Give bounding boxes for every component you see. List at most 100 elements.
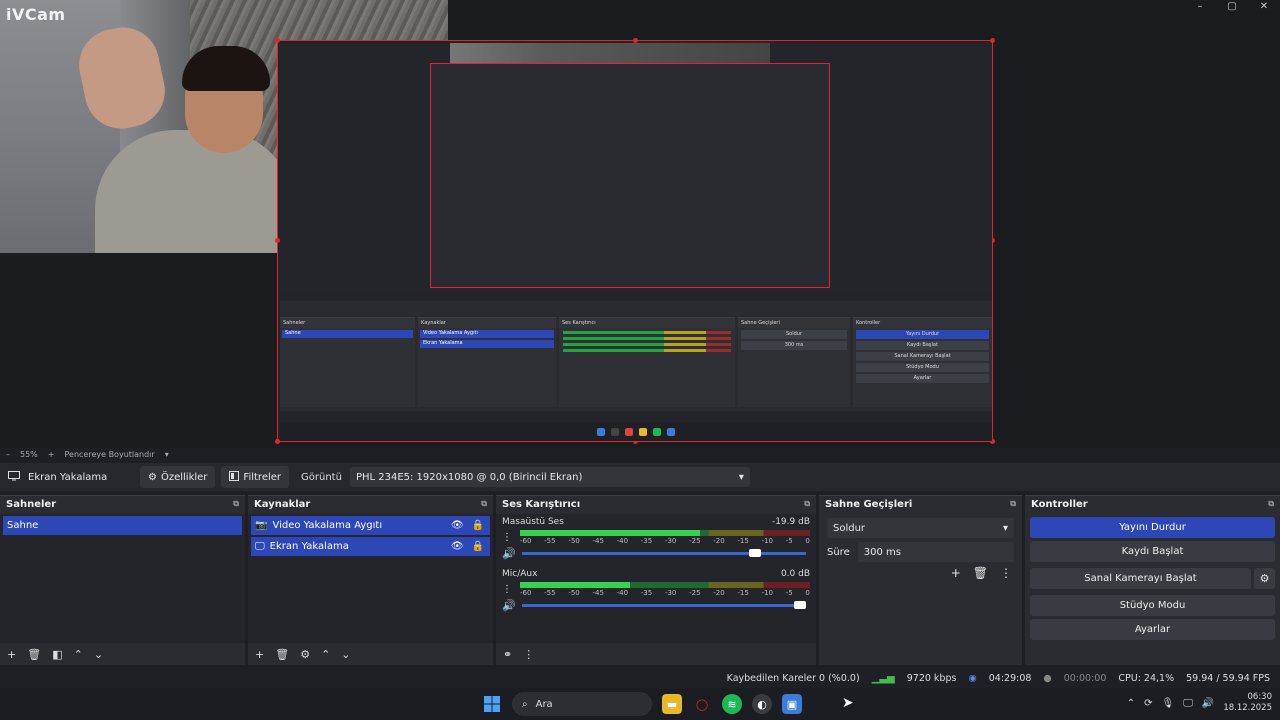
obs-icon[interactable]: ◐ — [752, 694, 772, 714]
tick-label: -60 — [520, 589, 532, 597]
gear-icon[interactable]: ⚙ — [1254, 568, 1275, 589]
fps: 59.94 / 59.94 FPS — [1186, 672, 1270, 684]
gear-icon[interactable]: ⚙ — [300, 648, 310, 661]
undock-icon[interactable]: ⧉ — [1268, 499, 1274, 509]
file-explorer-icon[interactable]: ▬ — [662, 694, 682, 714]
zoom-level: 55% — [20, 450, 38, 459]
tick-label: -20 — [713, 589, 725, 597]
more-icon[interactable]: ⋮ — [502, 584, 512, 595]
trash-icon[interactable]: 🗑 — [27, 648, 41, 661]
windows-taskbar: ⌕ Ara ▬ ◯ ≋ ◐ ▣ ⌃ ⟳ 🎙 🖵 🔊 06:30 18.12.20… — [0, 688, 1280, 720]
record-icon: ● — [1043, 672, 1052, 684]
mixer-channel: Masaüstü Ses -19.9 dB ⋮ -60 -55 -50 -45 -40 -35-… — [496, 514, 816, 566]
undock-icon[interactable]: ⧉ — [1010, 499, 1016, 509]
scenes-list: Sahne — [0, 514, 245, 643]
filters-button[interactable]: Filtreler — [221, 466, 290, 488]
add-icon[interactable]: + — [951, 566, 961, 580]
opera-icon[interactable]: ◯ — [692, 694, 712, 714]
volume-slider[interactable] — [521, 601, 806, 609]
monitor-icon: 🖵 — [255, 541, 265, 552]
volume-slider[interactable] — [521, 549, 806, 557]
eye-icon[interactable]: 👁 — [451, 541, 464, 552]
scene-item[interactable]: Sahne — [3, 516, 242, 535]
duration-input[interactable]: 300 ms — [857, 542, 1014, 562]
record-time: 00:00:00 — [1063, 672, 1107, 684]
sources-dock: Kaynaklar ⧉ 📷 Video Yakalama Aygıtı 👁 🔒 🖵 Ek… — [248, 495, 493, 665]
display-icon[interactable]: 🖵 — [1183, 698, 1193, 709]
link-icon[interactable]: ⚭ — [503, 648, 512, 661]
speaker-icon[interactable]: 🔊 — [502, 599, 516, 612]
zoom-dropdown-icon[interactable]: ▾ — [165, 450, 169, 459]
tick-label: 0 — [805, 589, 810, 597]
move-down-icon[interactable]: ⌄ — [94, 648, 103, 661]
lock-icon[interactable]: 🔒 — [472, 541, 484, 552]
mouse-cursor-icon: ➤ — [842, 695, 854, 711]
move-up-icon[interactable]: ⌃ — [74, 648, 83, 661]
sync-icon[interactable]: ⟳ — [1144, 698, 1152, 709]
ivcam-icon[interactable]: ▣ — [782, 694, 802, 714]
lock-icon[interactable]: 🔒 — [472, 520, 484, 531]
more-icon[interactable]: ⋮ — [502, 532, 512, 543]
properties-button[interactable]: ⚙ Özellikler — [140, 466, 216, 488]
stop-streaming-button[interactable]: Yayını Durdur — [1030, 517, 1275, 538]
meter-level — [520, 582, 631, 588]
clock[interactable]: 06:30 18.12.2025 — [1223, 692, 1272, 714]
volume-meter — [520, 530, 810, 536]
move-down-icon[interactable]: ⌄ — [341, 648, 350, 661]
selected-source-name: Ekran Yakalama — [28, 471, 108, 483]
microphone-icon[interactable]: 🎙 — [1162, 698, 1175, 709]
source-item[interactable]: 📷 Video Yakalama Aygıtı 👁 🔒 — [251, 516, 490, 535]
add-icon[interactable]: + — [7, 648, 16, 661]
tick-label: -30 — [664, 537, 677, 545]
filter-icon[interactable]: ◧ — [52, 648, 62, 661]
zoom-out-button[interactable]: – — [6, 450, 10, 459]
chevron-down-icon: ▾ — [1002, 522, 1008, 534]
spotify-icon[interactable]: ≋ — [722, 694, 742, 714]
undock-icon[interactable]: ⧉ — [481, 499, 487, 509]
add-icon[interactable]: + — [255, 648, 264, 661]
chevron-up-icon[interactable]: ⌃ — [1127, 698, 1135, 709]
taskbar-search[interactable]: ⌕ Ara — [512, 692, 652, 716]
transition-select[interactable]: Soldur ▾ — [827, 518, 1014, 538]
close-icon[interactable]: ✕ — [1248, 0, 1280, 14]
channel-db: -19.9 dB — [771, 517, 810, 527]
tick-label: -55 — [544, 589, 556, 597]
slider-knob[interactable] — [794, 601, 806, 609]
settings-button[interactable]: Ayarlar — [1030, 619, 1275, 640]
start-recording-button[interactable]: Kaydı Başlat — [1030, 541, 1275, 562]
speaker-icon[interactable]: 🔊 — [502, 547, 516, 560]
scenes-title: Sahneler — [6, 498, 57, 510]
tick-label: -30 — [664, 589, 677, 597]
source-item[interactable]: 🖵 Ekran Yakalama 👁 🔒 — [251, 537, 490, 556]
trash-icon[interactable]: 🗑 — [973, 566, 988, 580]
start-icon[interactable] — [482, 694, 502, 714]
tick-label: -5 — [785, 589, 793, 597]
zoom-bar: – 55% + Pencereye Boyutlandır ▾ — [0, 448, 1280, 461]
maximize-icon[interactable]: ▢ — [1216, 0, 1248, 14]
start-virtual-camera-button[interactable]: Sanal Kamerayı Başlat — [1030, 568, 1251, 589]
more-icon[interactable]: ⋮ — [1000, 566, 1012, 580]
zoom-in-button[interactable]: + — [48, 450, 55, 459]
more-icon[interactable]: ⋮ — [523, 648, 534, 661]
move-up-icon[interactable]: ⌃ — [321, 648, 330, 661]
tick-label: 0 — [805, 537, 810, 545]
display-select-value: PHL 234E5: 1920x1080 @ 0,0 (Birincil Ekr… — [355, 471, 583, 483]
eye-icon[interactable]: 👁 — [451, 520, 464, 531]
tick-label: -60 — [520, 537, 532, 545]
studio-mode-button[interactable]: Stüdyo Modu — [1030, 595, 1275, 616]
trash-icon[interactable]: 🗑 — [275, 648, 289, 661]
filter-icon — [229, 470, 240, 484]
meter-ticks: -60 -55 -50 -45 -40 -35 -30 -25 -20 -15 -10 -5 0 — [520, 589, 810, 597]
volume-meter — [520, 582, 810, 588]
slider-knob[interactable] — [748, 549, 761, 557]
volume-icon[interactable]: 🔊 — [1202, 698, 1214, 709]
screen-capture-source[interactable]: Sahneler Sahne Kaynaklar Video Yakalama Ay… — [275, 38, 995, 444]
undock-icon[interactable]: ⧉ — [233, 499, 239, 509]
search-placeholder: Ara — [535, 698, 553, 710]
minimize-icon[interactable]: – — [1184, 0, 1216, 14]
display-select[interactable]: PHL 234E5: 1920x1080 @ 0,0 (Birincil Ekr… — [349, 467, 750, 487]
preview-canvas[interactable]: iVCam Sahneler Sahne Kaynaklar Video Yakal… — [0, 0, 1280, 448]
monitor-icon — [8, 470, 20, 484]
undock-icon[interactable]: ⧉ — [804, 499, 810, 509]
tick-label: -20 — [713, 537, 725, 545]
